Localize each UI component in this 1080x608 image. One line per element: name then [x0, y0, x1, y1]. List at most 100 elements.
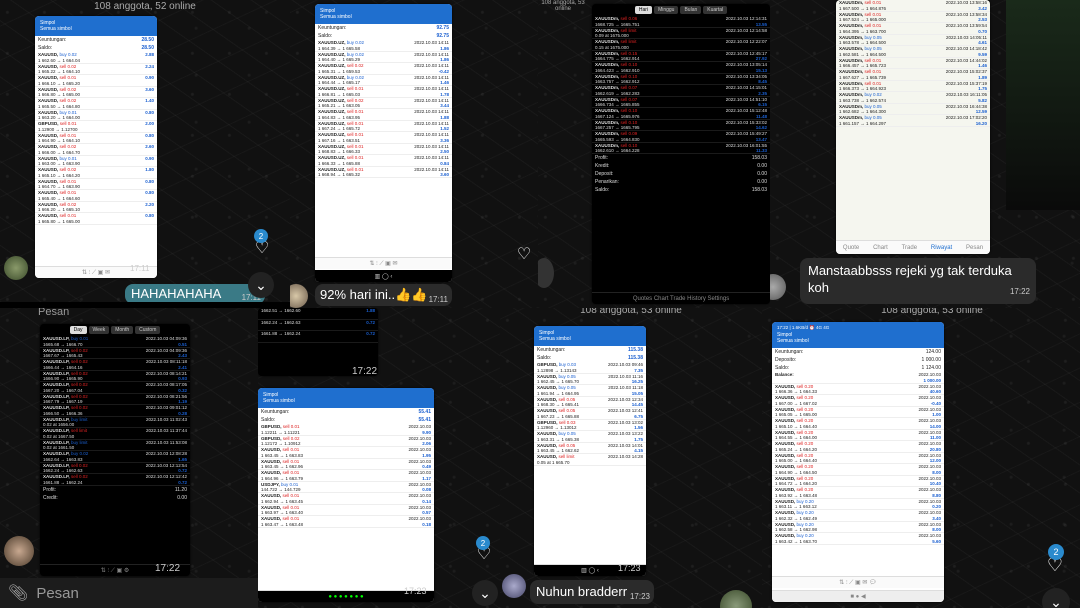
- screenshot-phone-5[interactable]: Day Week Month Custom XAUUSD.LP, buy 0.01 16…: [40, 324, 190, 576]
- trade-head: GBPUSD, sell 0.01: [261, 424, 300, 430]
- trade-left: XAUUSD.LP, sell 0.02 1667.67 → 1665.43: [43, 348, 88, 359]
- screenshot-phone-4[interactable]: XAUUSDm, sell 0.01 1 667.500 → 1 664.876 2…: [836, 0, 990, 254]
- trade-prices: 1 663.42 → 1 663.70: [775, 538, 818, 544]
- trade-symbol: XAUUSDm,: [595, 50, 620, 56]
- trade-row: GBPUSD, sell 0.01 1.12900 → 1.12700 2.00: [35, 121, 157, 133]
- avatar[interactable]: [538, 258, 554, 288]
- trade-prices: 1 664.72 → 1 664.20: [775, 481, 818, 486]
- trade-row: XAUUSD, sell 0.05 1 667.23 → 1 665.88 2022…: [534, 408, 646, 420]
- trade-left: XAUUSD, sell 0.02 1 666.00 → 1 664.70: [38, 144, 80, 155]
- trade-symbol: XAUUSD,: [38, 98, 59, 103]
- avatar[interactable]: [290, 284, 308, 308]
- trade-prices: 1 665.80 → 1 665.00: [38, 218, 81, 224]
- trade-left: XAUUSD, sell 0.20 1 664.72 → 1 664.20: [775, 476, 817, 487]
- trade-profit: 1.40: [145, 98, 154, 103]
- top-input[interactable]: Pesan: [38, 308, 98, 318]
- trade-prices: 1 665.21 → 1 663.05: [318, 103, 361, 108]
- message-time: 17:23: [618, 563, 641, 573]
- trade-row: XAUUSD, sell 0.20 1 664.72 → 1 664.20 2022…: [772, 476, 944, 487]
- trade-profit: -0.42: [438, 68, 449, 74]
- trade-profit: 40.60: [929, 389, 941, 394]
- trade-right: 0.80: [145, 133, 154, 144]
- trade-profit: 27.92: [755, 56, 767, 61]
- trade-profit: -0.40: [930, 400, 941, 406]
- trade-symbol: XAUUSD,: [775, 487, 796, 492]
- trade-head: XAUUSDm, sell 0.01: [839, 23, 886, 29]
- screenshot-phone-3[interactable]: Hari Minggu Bulan Kuartal XAUUSDm, sell 0.0…: [592, 4, 770, 304]
- avatar[interactable]: [4, 256, 28, 280]
- scroll-down-icon[interactable]: ⌄: [1042, 588, 1070, 608]
- trade-right: 2022.10.03 14:11 1.52: [414, 121, 449, 132]
- trade-head: GBPUSD, sell 0.01: [38, 121, 78, 127]
- trade-left: XAUUSDm, sell 0.01 1 666.373 → 1 664.923: [839, 81, 886, 92]
- trade-left: XAUUSDm, sell 0.01 1 667.524 → 1 665.000: [839, 12, 886, 23]
- trade-row: XAUUSD.LP, sell 0.02 1666.50 → 1666.36 202…: [40, 405, 190, 417]
- trade-profit: 20.80: [929, 446, 941, 452]
- trade-row: XAUUSDm, buy 0.02 1 663.738 → 1 662.574 20…: [836, 92, 990, 104]
- trade-left: XAUUSD.UZ, sell 0.01 1 668.83 → 1 666.33: [318, 144, 364, 155]
- message-time: 17:11: [130, 264, 150, 273]
- trade-row: XAUUSD, sell 0.01 1 666.10 → 1 665.20 0.90: [35, 75, 157, 87]
- trade-profit: 1.65: [178, 456, 187, 462]
- screenshot-phone-2[interactable]: Simpol Semua simbol Keuntungan: 92.75 Sald…: [315, 4, 452, 282]
- trade-profit: 16.20: [975, 120, 987, 126]
- trade-symbol: XAUUSDm,: [595, 73, 620, 79]
- trade-profit: 14.62: [755, 125, 767, 130]
- trade-symbol: XAUUSD,: [537, 408, 558, 413]
- trade-type: sell 0.20: [795, 441, 814, 446]
- avatar[interactable]: [502, 574, 526, 598]
- trade-type: buy 0.01: [58, 109, 77, 115]
- message-input-bar[interactable]: 📎︎ Pesan: [0, 578, 258, 608]
- period-tabs[interactable]: Day Week Month Custom: [40, 324, 190, 336]
- attach-icon[interactable]: 📎︎: [8, 583, 28, 603]
- trade-row: 1661.88 → 1662.24 0.72: [258, 331, 378, 343]
- trade-type: buy 0.02: [345, 51, 365, 57]
- trade-symbol: XAUUSD.LP,: [43, 347, 70, 353]
- trade-profit: 2.20: [145, 201, 154, 207]
- trade-profit: 0.32: [178, 387, 187, 393]
- trade-profit: 1.46: [978, 63, 987, 68]
- trade-head: XAUUSD.UZ, sell 0.01: [318, 155, 364, 161]
- scroll-down-icon[interactable]: ⌄: [248, 272, 274, 298]
- scroll-down-icon[interactable]: ⌄: [472, 580, 498, 606]
- screenshot-phone-1[interactable]: Simpol Semua simbol Keuntungan: 28.50 Sald…: [35, 16, 157, 278]
- trade-profit: 0.90: [145, 155, 154, 161]
- message-input[interactable]: Pesan: [36, 585, 79, 602]
- trade-type: sell 0.02: [58, 167, 77, 172]
- trade-head: XAUUSD, buy 0.20: [775, 510, 817, 516]
- trade-prices: 1666.44 → 1664.16: [43, 364, 83, 370]
- avatar[interactable]: [4, 536, 34, 566]
- trade-prices: 0.15 at 1675.000: [595, 44, 629, 50]
- avatar[interactable]: [770, 274, 786, 300]
- trade-profit: 2.43: [178, 353, 187, 358]
- trade-head: XAUUSD, buy 0.05: [537, 431, 579, 437]
- trade-profit: 0.70: [978, 28, 987, 34]
- trade-symbol: XAUUSDm,: [595, 131, 620, 136]
- screenshot-phone-7[interactable]: Simpol Semua simbol Keuntungan: 115.38 Sal…: [534, 326, 646, 576]
- trade-row: XAUUSD.UZ, sell 0.01 1 666.81 → 1 665.03 2…: [315, 86, 452, 98]
- trade-right: 2022.10.03 13:59:54 0.70: [946, 23, 987, 34]
- trade-prices: 1.12211 → 1.11221: [261, 429, 300, 435]
- trade-right: 2022.10.03 15:37:19 1.75: [946, 81, 987, 92]
- trade-right: 2022.10.03 8.80: [918, 487, 941, 498]
- period-tabs[interactable]: Hari Minggu Bulan Kuartal: [592, 4, 770, 16]
- trade-left: XAUUSD.UZ, buy 0.02 1 664.44 → 1 665.17: [318, 75, 364, 86]
- like-icon[interactable]: ♡: [514, 244, 534, 264]
- trade-head: XAUUSDm, sell 0.09: [595, 131, 640, 137]
- trade-row: USDJPY, buy 0.01 144.722 → 144.729 2022.10…: [258, 482, 434, 493]
- trade-left: XAUUSD, buy 0.20 1 663.11 → 1 663.12: [775, 499, 817, 510]
- trade-left: XAUUSDm, buy 0.02 1 663.738 → 1 662.574: [839, 92, 886, 103]
- trade-symbol: XAUUSD,: [537, 385, 558, 390]
- avatar[interactable]: [720, 590, 752, 608]
- screenshot-phone-6[interactable]: Simpol Semua simbol Keuntungan: 55.41 Sald…: [258, 388, 434, 602]
- trade-row: XAUUSD, sell 0.05 1 663.45 → 1 662.62 2022…: [534, 443, 646, 454]
- trade-right: 2022.10.03 15:49:27 13.47: [726, 131, 767, 142]
- trade-symbol: XAUUSDm,: [595, 62, 620, 67]
- trade-profit: 1 000.00: [923, 377, 941, 383]
- trade-left: XAUUSD, sell 0.02 1 665.50 → 1 664.80: [38, 98, 80, 109]
- trade-prices: 1 663.45 → 1 662.96: [261, 464, 304, 469]
- screenshot-phone-8[interactable]: 17:22 | 1.6KB/d ⏰ 4G 4G Simpol Semua simb…: [772, 322, 944, 602]
- trade-type: sell 0.02: [58, 98, 77, 103]
- trade-left: XAUUSDm, sell 0.01 1 667.627 → 1 665.739: [839, 69, 886, 80]
- trade-right: 2022.10.03 13:58:16 3.42: [946, 0, 987, 11]
